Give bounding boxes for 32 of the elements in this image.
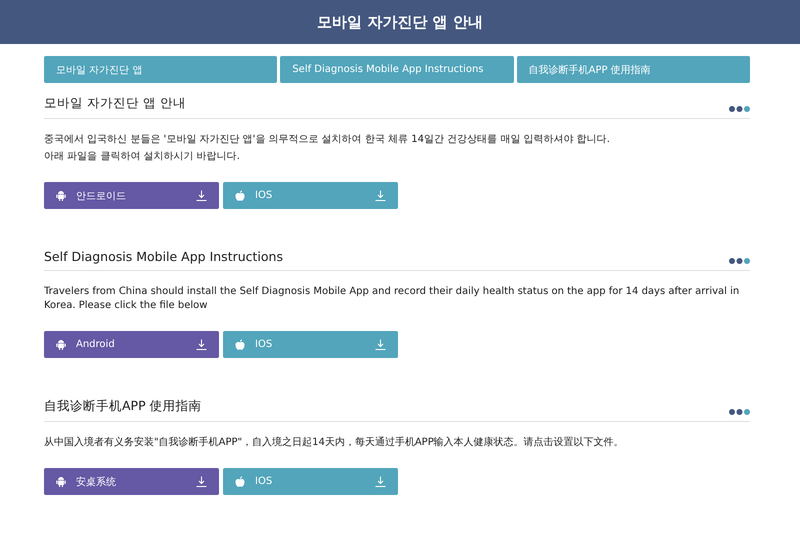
android-icon	[56, 339, 66, 350]
paragraph: 중국에서 입국하신 분들은 '모바일 자가진단 앱'을 의무적으로 설치하여 한국 체류 14일간 건강상태를 매일 입력하셔야 합니다.	[44, 133, 611, 147]
download-icon	[375, 339, 386, 350]
tab[interactable]: Self Diagnosis Mobile App Instructions	[280, 56, 514, 83]
section-title: 自我诊断手机APP 使用指南	[44, 398, 202, 415]
paragraph: 从中国入境者有义务安装"自我诊断手机APP"，自入境之日起14天内，每天通过手机APP输入本人健康状态。请点击设置以下文件。	[44, 436, 625, 450]
tab[interactable]: 모바일 자가진단 앱	[44, 56, 278, 83]
page-header: 모바일 자가진단 앱 안내	[0, 0, 800, 44]
android-icon	[56, 190, 66, 201]
download-button[interactable]: IOS	[223, 331, 398, 358]
apple-icon	[235, 190, 245, 201]
more-dots-icon	[729, 106, 750, 112]
download-button[interactable]: IOS	[223, 182, 398, 209]
download-icon	[375, 476, 386, 487]
download-button[interactable]: Android	[44, 331, 219, 358]
tab[interactable]: 自我诊断手机APP 使用指南	[516, 56, 750, 83]
paragraph: Travelers from China should install the Self Diagnosis Mobile App and record their daily health status on the app for 14 days after arrival in Korea. Please click the file below	[44, 285, 740, 313]
more-dots-icon	[729, 409, 750, 415]
section-title: Self Diagnosis Mobile App Instructions	[44, 249, 283, 264]
paragraph: 아래 파일을 클릭하여 설치하시기 바랍니다.	[44, 150, 241, 164]
apple-icon	[235, 339, 245, 350]
download-icon	[196, 190, 207, 201]
download-button[interactable]: 安桌系统	[44, 468, 219, 495]
download-button[interactable]: IOS	[223, 468, 398, 495]
more-dots-icon	[729, 258, 750, 264]
apple-icon	[235, 476, 245, 487]
android-icon	[56, 476, 66, 487]
download-icon	[375, 190, 386, 201]
download-button[interactable]: 안드로이드	[44, 182, 219, 209]
download-icon	[196, 476, 207, 487]
download-icon	[196, 339, 207, 350]
section-title: 모바일 자가진단 앱 안내	[44, 95, 186, 112]
